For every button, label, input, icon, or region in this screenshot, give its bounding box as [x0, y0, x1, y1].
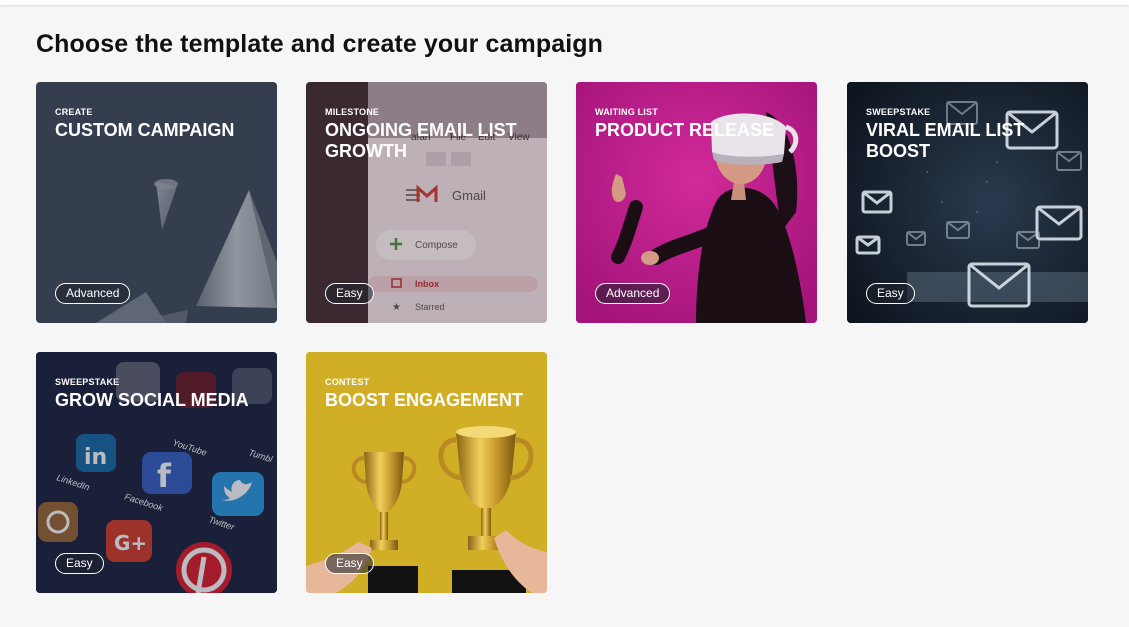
difficulty-badge: Easy: [325, 283, 374, 304]
template-title: ONGOING EMAIL LIST GROWTH: [325, 120, 517, 161]
difficulty-badge: Easy: [325, 553, 374, 574]
page-title: Choose the template and create your camp…: [36, 30, 604, 58]
template-card-ongoing-email-list-growth[interactable]: afari File Edit View Gmail Compose Inbox…: [306, 82, 547, 323]
template-category: CONTEST: [325, 377, 370, 387]
difficulty-badge: Easy: [55, 553, 104, 574]
template-category: SWEEPSTAKE: [55, 377, 120, 387]
template-card-product-release[interactable]: WAITING LIST PRODUCT RELEASE Advanced: [576, 82, 817, 323]
template-category: MILESTONE: [325, 107, 380, 117]
template-gallery-page: Choose the template and create your camp…: [0, 0, 1129, 627]
template-category: WAITING LIST: [595, 107, 658, 117]
template-category: CREATE: [55, 107, 93, 117]
template-card-viral-email-list-boost[interactable]: SWEEPSTAKE VIRAL EMAIL LIST BOOST Easy: [847, 82, 1088, 323]
template-category: SWEEPSTAKE: [866, 107, 931, 117]
difficulty-badge: Advanced: [55, 283, 131, 304]
difficulty-badge: Advanced: [595, 283, 671, 304]
template-title: BOOST ENGAGEMENT: [325, 390, 524, 410]
template-title: CUSTOM CAMPAIGN: [55, 120, 235, 140]
template-card-grow-social-media[interactable]: in f G+ YouTube LinkedIn Facebook Twitte…: [36, 352, 277, 593]
top-bar: [0, 0, 1129, 5]
template-card-custom-campaign[interactable]: CREATE CUSTOM CAMPAIGN Advanced: [36, 82, 277, 323]
template-card-boost-engagement[interactable]: CONTEST BOOST ENGAGEMENT Easy: [306, 352, 547, 593]
template-title: VIRAL EMAIL LIST BOOST: [866, 120, 1025, 161]
template-title: GROW SOCIAL MEDIA: [55, 390, 249, 410]
template-title: PRODUCT RELEASE: [595, 120, 775, 140]
difficulty-badge: Easy: [866, 283, 915, 304]
